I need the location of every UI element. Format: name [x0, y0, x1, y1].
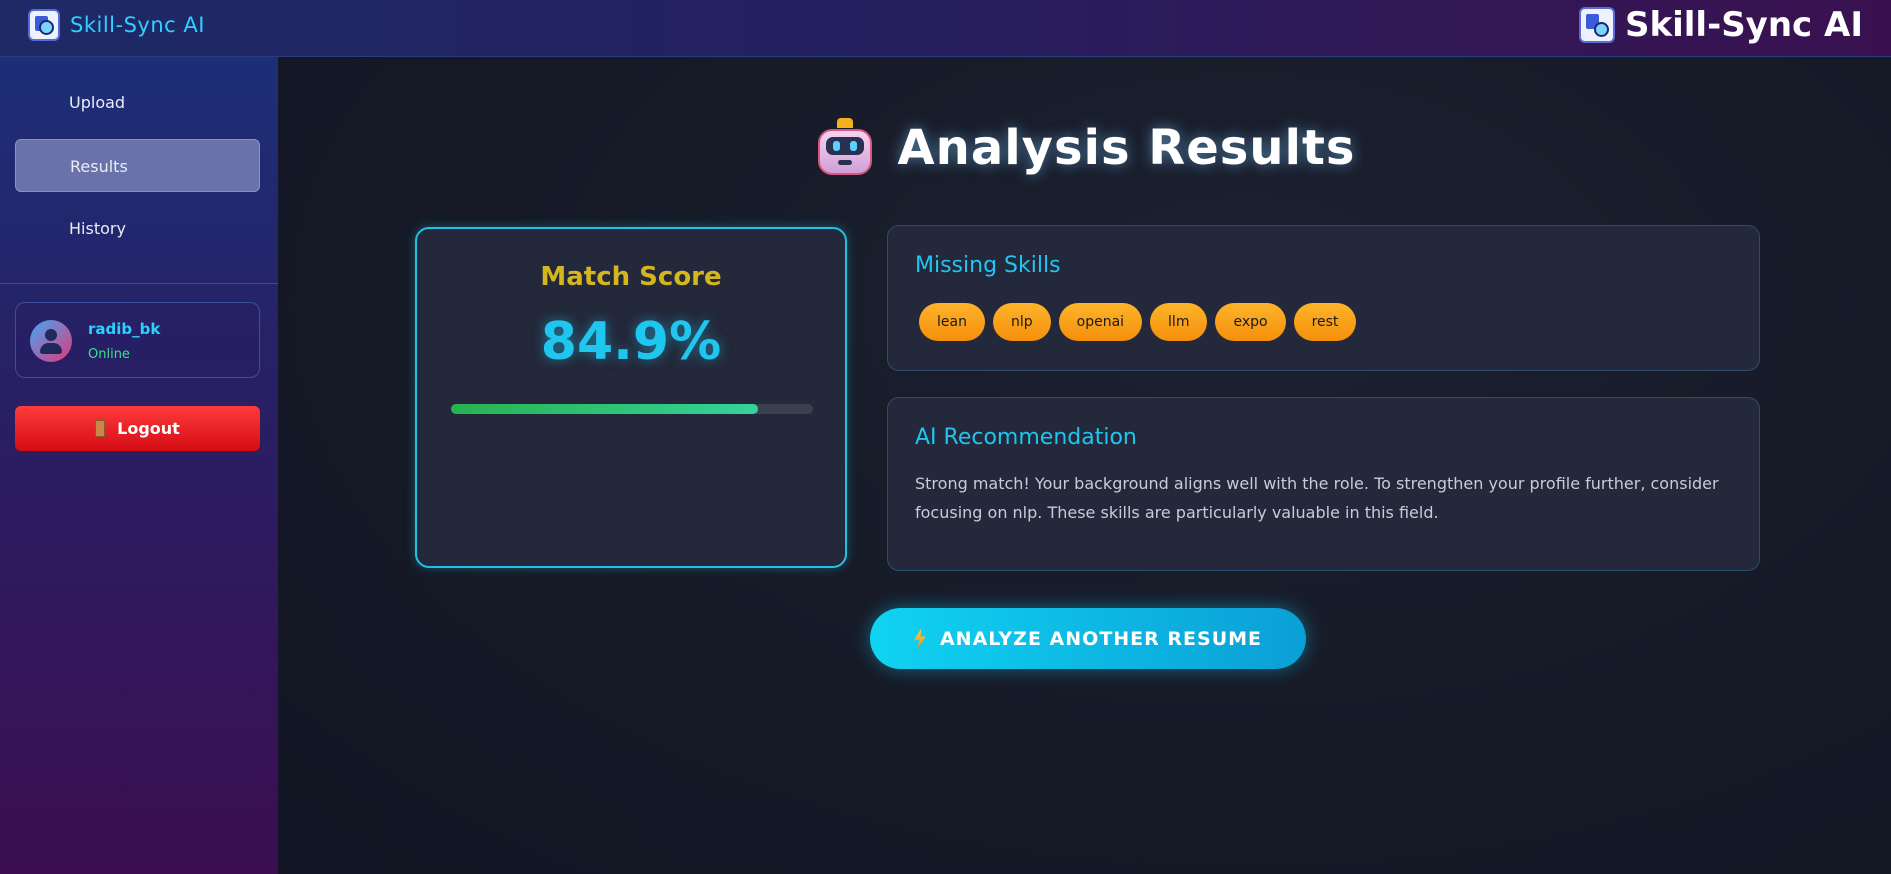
- analyze-another-resume-button[interactable]: ANALYZE ANOTHER RESUME: [870, 608, 1306, 669]
- resume-search-icon: [1579, 7, 1616, 43]
- sidebar-brand[interactable]: Skill-Sync AI: [28, 9, 205, 41]
- user-avatar-icon: [30, 320, 72, 362]
- robot-icon: [814, 117, 876, 179]
- header-brand[interactable]: Skill-Sync AI: [1579, 5, 1863, 45]
- page-header: Analysis Results: [278, 117, 1891, 179]
- sidebar: Upload Results History radib_bk Online L…: [0, 57, 278, 874]
- missing-skills-title: Missing Skills: [915, 253, 1061, 278]
- sidebar-divider: [0, 283, 278, 284]
- page-title: Analysis Results: [897, 120, 1356, 176]
- recommendation-text: Strong match! Your background aligns wel…: [915, 474, 1719, 522]
- sidebar-item-history[interactable]: History: [15, 202, 260, 255]
- logout-button[interactable]: Logout: [15, 406, 260, 451]
- user-status: Online: [88, 347, 130, 362]
- sidebar-item-upload[interactable]: Upload: [15, 76, 260, 129]
- match-score-value: 84.9%: [540, 312, 722, 372]
- sidebar-item-results[interactable]: Results: [15, 139, 260, 192]
- match-score-card: Match Score 84.9%: [415, 227, 847, 568]
- top-bar: Skill-Sync AI Skill-Sync AI: [0, 0, 1891, 57]
- skill-chip: openai: [1058, 303, 1143, 341]
- recommendation-title: AI Recommendation: [915, 425, 1137, 450]
- resume-search-icon: [28, 9, 60, 41]
- cta-label: ANALYZE ANOTHER RESUME: [939, 627, 1263, 650]
- username: radib_bk: [88, 320, 161, 338]
- skill-chip: rest: [1293, 303, 1357, 341]
- skill-chips: lean nlp openai llm expo rest: [919, 303, 1357, 341]
- match-score-progress: [451, 404, 813, 414]
- skill-chip: llm: [1150, 303, 1208, 341]
- skill-chip: lean: [919, 303, 985, 341]
- lightning-icon: [913, 628, 926, 649]
- door-icon: [95, 420, 106, 437]
- missing-skills-card: Missing Skills lean nlp openai llm expo …: [887, 225, 1760, 371]
- user-card: radib_bk Online: [15, 302, 260, 378]
- main-content: Analysis Results Match Score 84.9% Missi…: [278, 57, 1891, 874]
- logout-label: Logout: [117, 419, 180, 438]
- skill-chip: expo: [1215, 303, 1286, 341]
- skill-chip: nlp: [992, 303, 1051, 341]
- ai-recommendation-card: AI Recommendation Strong match! Your bac…: [887, 397, 1760, 571]
- match-score-label: Match Score: [540, 262, 722, 292]
- header-brand-name: Skill-Sync AI: [1625, 5, 1863, 45]
- progress-fill: [451, 404, 759, 414]
- brand-name: Skill-Sync AI: [70, 13, 205, 37]
